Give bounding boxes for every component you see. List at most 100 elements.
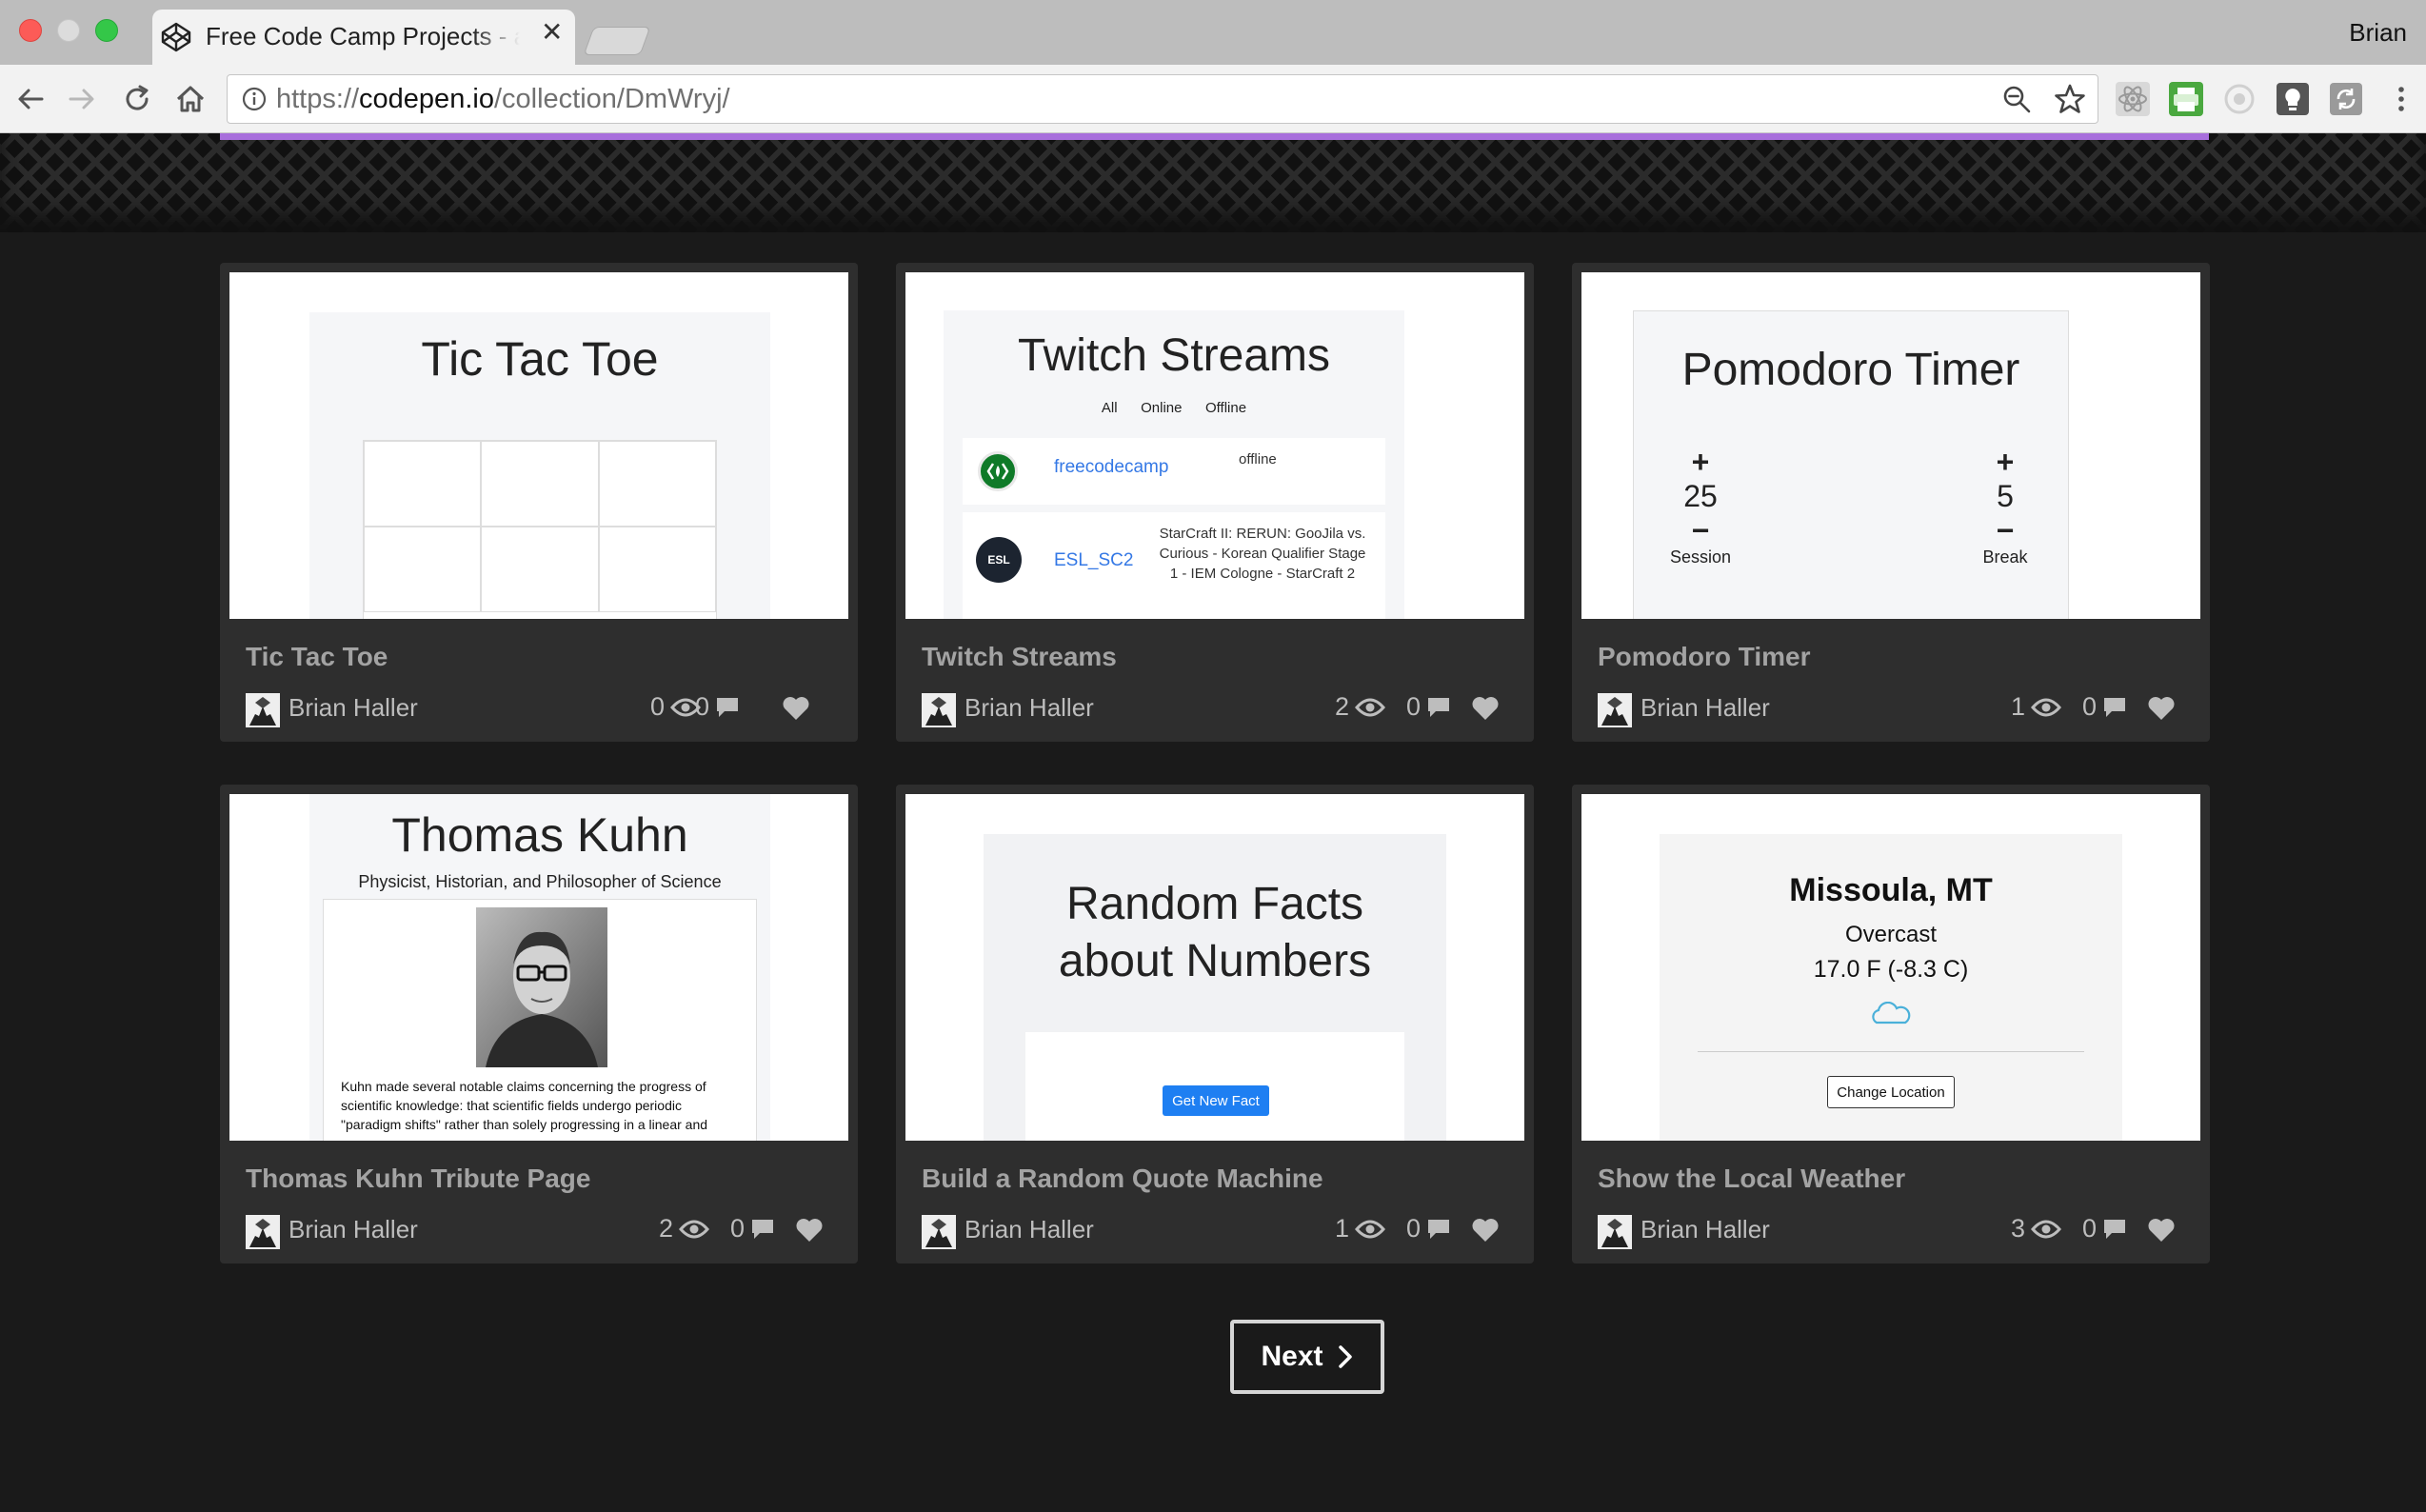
sync-extension-icon[interactable]: [2327, 80, 2365, 118]
board-cell: [364, 527, 482, 612]
stream-status: offline: [1239, 451, 1277, 468]
heart-icon[interactable]: [2147, 1217, 2176, 1243]
new-tab-button[interactable]: [583, 27, 651, 55]
pen-preview[interactable]: Pomodoro Timer + 25 − Session + 5 − Brea…: [1581, 272, 2200, 619]
comments-stat: 0: [1406, 1214, 1451, 1243]
avatar[interactable]: [246, 693, 280, 727]
reload-icon[interactable]: [120, 82, 154, 116]
preview-heading: Random Facts about Numbers: [984, 876, 1446, 990]
preview-heading: Twitch Streams: [1017, 330, 1331, 381]
session-length: 25: [1683, 479, 1718, 513]
change-location-button[interactable]: Change Location: [1827, 1076, 1955, 1108]
divider: [1698, 1051, 2084, 1052]
zoom-icon[interactable]: [2001, 84, 2032, 114]
eye-icon: [679, 1220, 710, 1238]
cloud-icon: [1872, 1002, 1911, 1025]
pen-title[interactable]: Thomas Kuhn Tribute Page: [246, 1164, 590, 1194]
author-name[interactable]: Brian Haller: [964, 1215, 1094, 1244]
eye-icon: [2031, 1220, 2062, 1238]
eye-icon: [2031, 698, 2062, 716]
filter-online[interactable]: Online: [1141, 400, 1182, 416]
maximize-window-button[interactable]: [95, 19, 118, 42]
home-icon[interactable]: [173, 82, 208, 116]
heart-icon[interactable]: [2147, 695, 2176, 722]
bookmark-star-icon[interactable]: [2053, 82, 2087, 116]
url-path: /collection/DmWryj/: [493, 84, 730, 114]
pen-title[interactable]: Build a Random Quote Machine: [922, 1164, 1323, 1194]
minimize-window-button[interactable]: [57, 19, 80, 42]
next-page-button[interactable]: Next: [1230, 1320, 1384, 1394]
heart-icon[interactable]: [782, 695, 810, 722]
preview-panel: Thomas Kuhn Physicist, Historian, and Ph…: [309, 794, 770, 1141]
avatar[interactable]: [922, 693, 956, 727]
lightbulb-extension-icon[interactable]: [2274, 80, 2312, 118]
session-decrement-button[interactable]: −: [1653, 515, 1748, 546]
pen-card[interactable]: Thomas Kuhn Physicist, Historian, and Ph…: [220, 785, 858, 1263]
stream-name[interactable]: ESL_SC2: [1054, 550, 1133, 571]
freecodecamp-logo: [978, 451, 1018, 491]
close-tab-icon[interactable]: ✕: [541, 19, 563, 46]
author-name[interactable]: Brian Haller: [288, 1215, 418, 1244]
heart-icon[interactable]: [1471, 1217, 1500, 1243]
browser-menu-icon[interactable]: [2384, 82, 2418, 116]
avatar[interactable]: [246, 1215, 280, 1249]
pen-card[interactable]: Random Facts about Numbers Get New Fact …: [896, 785, 1534, 1263]
pen-preview[interactable]: Tic Tac Toe: [229, 272, 848, 619]
avatar[interactable]: [1598, 693, 1632, 727]
board-cell: [364, 441, 482, 527]
heart-icon[interactable]: [795, 1217, 824, 1243]
esl-logo: ESL: [976, 537, 1022, 583]
author-name[interactable]: Brian Haller: [1641, 693, 1770, 723]
forward-icon[interactable]: [65, 82, 99, 116]
pen-card[interactable]: Pomodoro Timer + 25 − Session + 5 − Brea…: [1572, 263, 2210, 742]
comments-count: 0: [1406, 1214, 1422, 1243]
pen-preview[interactable]: Missoula, MT Overcast 17.0 F (-8.3 C) Ch…: [1581, 794, 2200, 1141]
heart-icon[interactable]: [1471, 695, 1500, 722]
stream-name[interactable]: freecodecamp: [1054, 457, 1168, 478]
filter-all[interactable]: All: [1102, 400, 1118, 416]
chevron-right-icon: [1338, 1345, 1352, 1368]
session-increment-button[interactable]: +: [1653, 447, 1748, 477]
preview-panel: Twitch Streams All Online Offline freeco…: [944, 310, 1404, 619]
eye-icon: [1355, 1220, 1386, 1238]
comments-stat: 0: [695, 692, 740, 722]
preview-heading: Pomodoro Timer: [1681, 345, 2020, 395]
author-name[interactable]: Brian Haller: [964, 693, 1094, 723]
preview-heading-line: about Numbers: [1058, 936, 1372, 986]
comments-count: 0: [1406, 692, 1422, 721]
pen-title[interactable]: Tic Tac Toe: [246, 642, 388, 672]
profile-name[interactable]: Brian: [2349, 18, 2407, 48]
pen-card[interactable]: Twitch Streams All Online Offline freeco…: [896, 263, 1534, 742]
views-stat: 0: [650, 692, 702, 722]
avatar[interactable]: [922, 1215, 956, 1249]
react-extension-icon[interactable]: [2114, 80, 2152, 118]
filter-offline[interactable]: Offline: [1205, 400, 1246, 416]
preview-panel: Missoula, MT Overcast 17.0 F (-8.3 C) Ch…: [1660, 834, 2122, 1141]
close-window-button[interactable]: [19, 19, 42, 42]
author-name[interactable]: Brian Haller: [1641, 1215, 1770, 1244]
pen-title[interactable]: Pomodoro Timer: [1598, 642, 1811, 672]
break-decrement-button[interactable]: −: [1958, 515, 2053, 546]
preview-subheading: Physicist, Historian, and Philosopher of…: [358, 872, 722, 891]
pen-preview[interactable]: Random Facts about Numbers Get New Fact: [905, 794, 1524, 1141]
pen-card[interactable]: Tic Tac Toe Tic Tac Toe Brian Haller 0 0: [220, 263, 858, 742]
comments-stat: 0: [730, 1214, 775, 1243]
pen-card[interactable]: Missoula, MT Overcast 17.0 F (-8.3 C) Ch…: [1572, 785, 2210, 1263]
break-increment-button[interactable]: +: [1958, 447, 2053, 477]
print-extension-icon[interactable]: [2167, 80, 2205, 118]
info-icon[interactable]: [242, 87, 267, 111]
comments-count: 0: [2082, 1214, 2098, 1243]
comment-icon: [2104, 1219, 2126, 1239]
disabled-extension-icon[interactable]: [2220, 80, 2258, 118]
get-new-fact-button[interactable]: Get New Fact: [1163, 1085, 1269, 1116]
back-icon[interactable]: [13, 82, 48, 116]
views-stat: 3: [2011, 1214, 2062, 1243]
pen-title[interactable]: Twitch Streams: [922, 642, 1117, 672]
url-text[interactable]: https://codepen.io/collection/DmWryj/: [276, 84, 730, 115]
pen-preview[interactable]: Twitch Streams All Online Offline freeco…: [905, 272, 1524, 619]
views-count: 0: [650, 692, 666, 721]
pen-title[interactable]: Show the Local Weather: [1598, 1164, 1905, 1194]
author-name[interactable]: Brian Haller: [288, 693, 418, 723]
pen-preview[interactable]: Thomas Kuhn Physicist, Historian, and Ph…: [229, 794, 848, 1141]
avatar[interactable]: [1598, 1215, 1632, 1249]
